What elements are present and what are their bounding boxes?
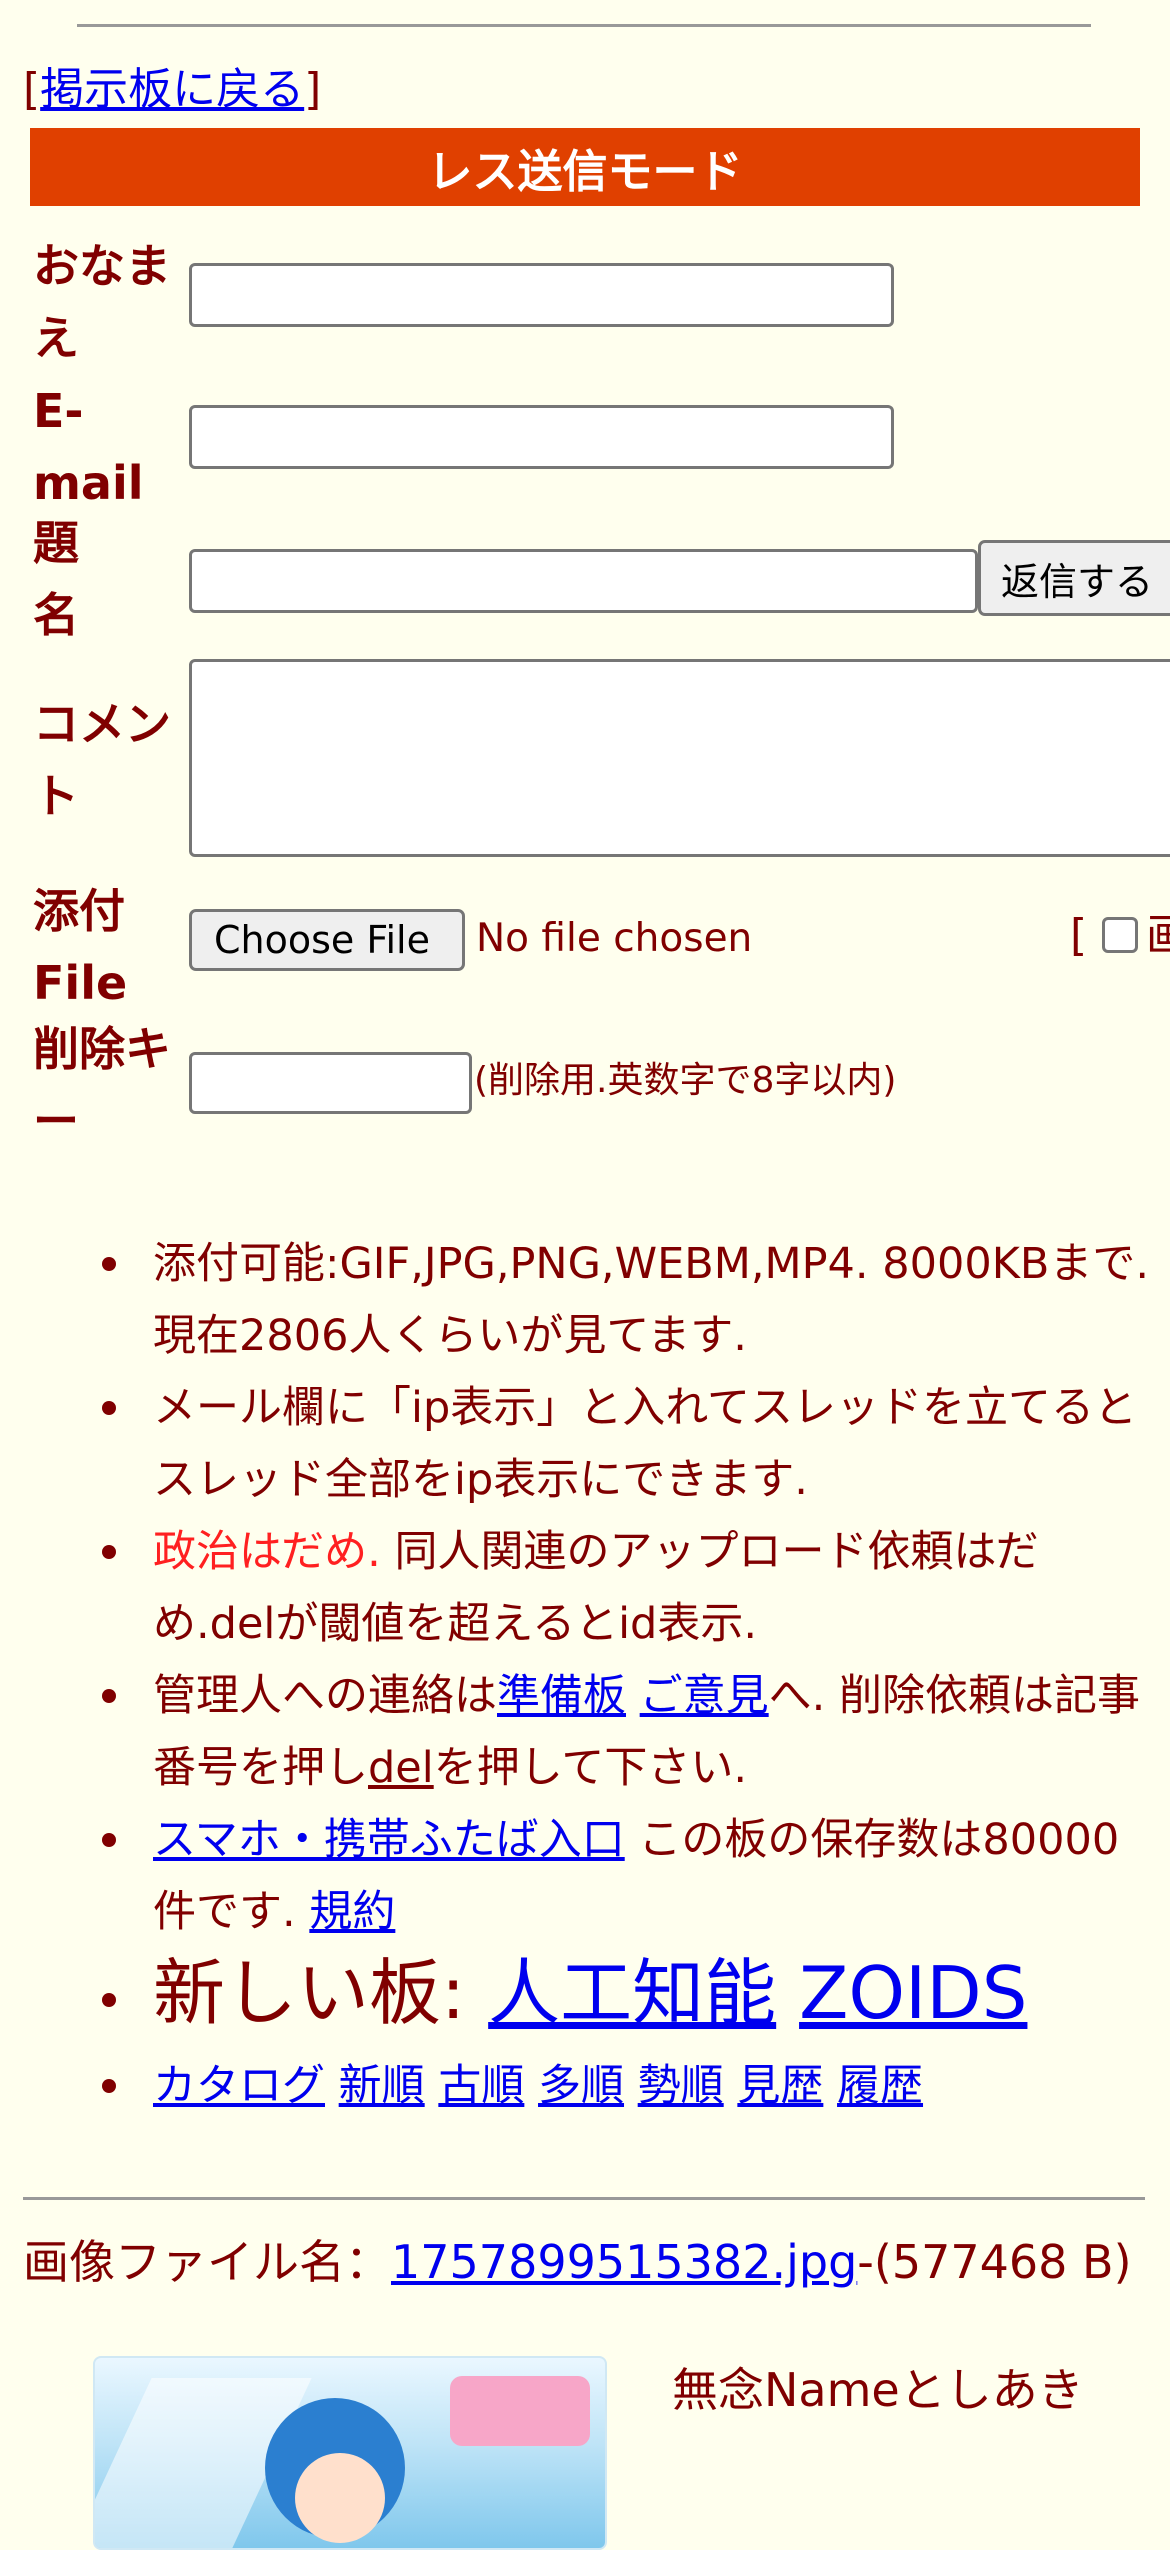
bottom-divider <box>23 2197 1145 2200</box>
bullet <box>102 1257 116 1271</box>
sort-many-link[interactable]: 多順 <box>538 2061 624 2111</box>
comment-label: コメント <box>33 697 171 823</box>
politics-warning: 政治はだめ. <box>153 1527 381 1577</box>
sort-old-link[interactable]: 古順 <box>438 2061 524 2111</box>
thumbnail-character-face <box>295 2453 385 2543</box>
email-input[interactable] <box>189 405 894 469</box>
delete-key-hint: (削除用.英数字で8字以内) <box>474 1060 897 1101</box>
delete-key-input[interactable] <box>189 1052 472 1114</box>
bullet <box>102 1689 116 1703</box>
email-label: E-mail <box>33 384 144 510</box>
zoids-board-link[interactable]: ZOIDS <box>799 1951 1027 2035</box>
note-text: 管理人への連絡は準備板 ご意見へ. 削除依頼は記事番号を押しdelを押して下さい… <box>153 1660 1153 1804</box>
subject-label: 題名 <box>33 516 79 642</box>
note-text: 新しい板: 人工知能 ZOIDS <box>153 1948 1153 2038</box>
note-text: メール欄に「ip表示」と入れてスレッドを立てるとスレッド全部をip表示にできます… <box>153 1383 1137 1505</box>
subject-input[interactable] <box>189 549 978 613</box>
bullet <box>102 2079 116 2093</box>
sort-momentum-link[interactable]: 勢順 <box>638 2061 724 2111</box>
image-file-link[interactable]: 1757899515382.jpg <box>391 2235 857 2289</box>
name-label: おなまえ <box>33 239 171 365</box>
contact-pre: 管理人への連絡は <box>153 1671 497 1721</box>
comment-textarea[interactable] <box>189 659 1170 857</box>
ai-board-link[interactable]: 人工知能 <box>488 1951 776 2035</box>
view-history-link[interactable]: 見歴 <box>737 2061 823 2111</box>
new-boards-prefix: 新しい板: <box>153 1951 489 2035</box>
file-info-label: 画像ファイル名： <box>23 2235 391 2289</box>
back-to-board-link[interactable]: 掲示板に戻る <box>40 64 304 115</box>
back-bracket-open: [ <box>23 64 41 115</box>
nav-links: カタログ 新順 古順 多順 勢順 見歴 履歴 <box>153 2050 1153 2122</box>
no-file-chosen-text: No file chosen <box>476 916 753 961</box>
post-file-info: 画像ファイル名：1757899515382.jpg-(577468 B) <box>23 2232 1153 2292</box>
top-divider <box>77 24 1091 27</box>
file-label: 添付File <box>33 884 128 1010</box>
delete-key-label: 削除キー <box>33 1022 171 1148</box>
reply-mode-banner: レス送信モード <box>30 128 1140 206</box>
opinion-link[interactable]: ご意見 <box>640 1671 769 1721</box>
file-extra-checkbox[interactable] <box>1102 917 1138 953</box>
bullet <box>102 1993 116 2007</box>
del-link[interactable]: del <box>368 1743 434 1793</box>
bullet <box>102 1401 116 1415</box>
file-extra-bracket: [ <box>1070 910 1088 961</box>
file-extra-cut-char: 画 <box>1146 910 1170 961</box>
reply-submit-button[interactable]: 返信する <box>978 540 1170 616</box>
post-history-link[interactable]: 履歴 <box>837 2061 923 2111</box>
back-link-wrapper: [掲示板に戻る] <box>23 58 321 122</box>
contact-post: を押して下さい. <box>433 1743 748 1793</box>
bullet <box>102 1545 116 1559</box>
back-bracket-close: ] <box>304 64 322 115</box>
bullet <box>102 1833 116 1847</box>
catalog-link[interactable]: カタログ <box>153 2061 325 2111</box>
post-thumbnail-image[interactable] <box>93 2356 607 2550</box>
note-text: 添付可能:GIF,JPG,PNG,WEBM,MP4. 8000KBまで. 現在2… <box>153 1239 1150 1361</box>
thumbnail-logo <box>450 2376 590 2446</box>
poster-name: 無念Nameとしあき <box>672 2363 1084 2417</box>
name-input[interactable] <box>189 263 894 327</box>
banner-title: レス送信モード <box>427 144 743 198</box>
note-text: スマホ・携帯ふたば入口 この板の保存数は80000件です. 規約 <box>153 1804 1153 1948</box>
note-text: 政治はだめ. 同人関連のアップロード依頼はだめ.delが閾値を超えるとid表示. <box>153 1516 1153 1660</box>
terms-link[interactable]: 規約 <box>309 1887 395 1937</box>
prep-board-link[interactable]: 準備板 <box>497 1671 626 1721</box>
mobile-entrance-link[interactable]: スマホ・携帯ふたば入口 <box>153 1815 625 1865</box>
file-size: -(577468 B) <box>857 2235 1132 2289</box>
sort-new-link[interactable]: 新順 <box>339 2061 425 2111</box>
choose-file-button[interactable]: Choose File <box>189 909 465 971</box>
